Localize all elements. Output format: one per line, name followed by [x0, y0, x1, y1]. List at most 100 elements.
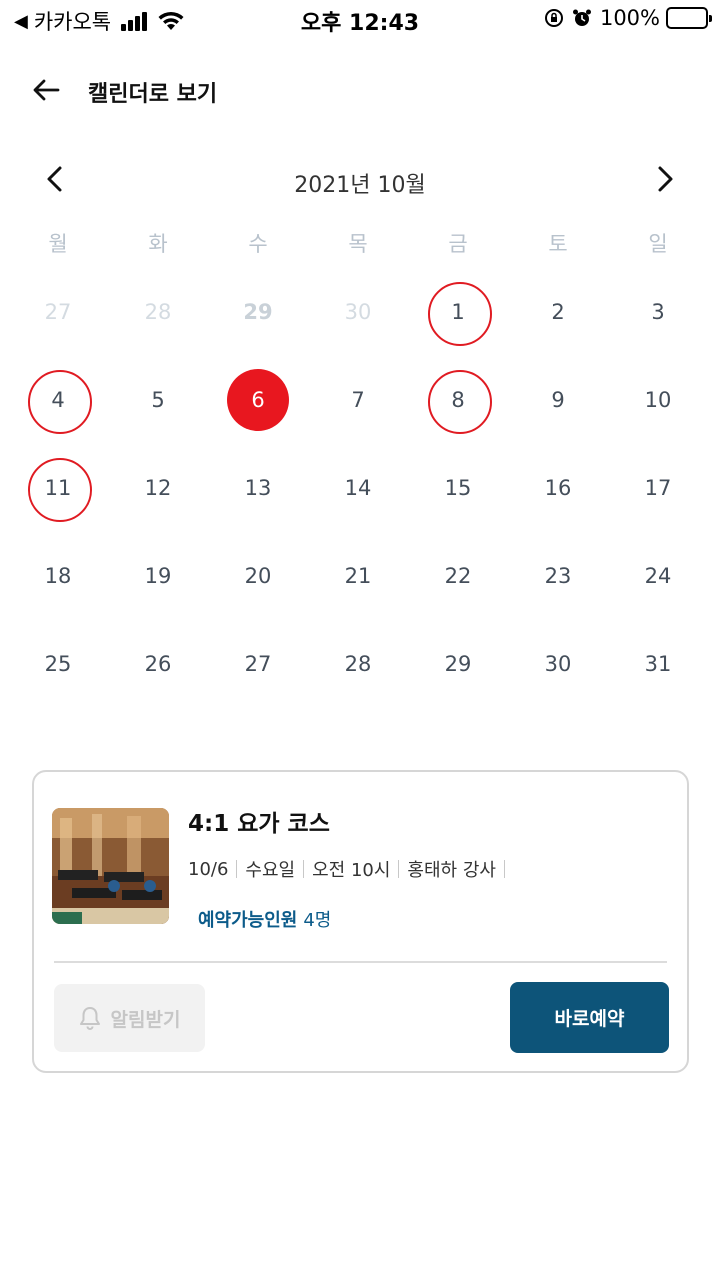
- app-header: 캘린더로 보기: [0, 60, 720, 120]
- calendar-day-number: 4: [51, 388, 65, 412]
- calendar-day-number: 30: [544, 652, 572, 676]
- class-thumbnail-image: [52, 808, 169, 924]
- class-date: 10/6: [188, 858, 229, 880]
- calendar-day-available[interactable]: 8: [408, 356, 508, 444]
- calendar-day-available[interactable]: 4: [8, 356, 108, 444]
- calendar-day[interactable]: 17: [608, 444, 708, 532]
- calendar-day[interactable]: 7: [308, 356, 408, 444]
- status-bar: ◀ 카카오톡 오후 12:43 100% ⚡: [0, 0, 720, 40]
- calendar-grid: 27 28 29 30 1 2 3 4 5 6 7 8 9 10 11 12 13 14 15 16 17 18 19 20 2…: [8, 268, 708, 708]
- weekday-label: 금: [448, 232, 468, 256]
- notify-button[interactable]: 알림받기: [54, 984, 205, 1052]
- back-arrow-icon[interactable]: [30, 74, 62, 106]
- notify-label: 알림받기: [110, 1008, 181, 1031]
- calendar-day-available[interactable]: 11: [8, 444, 108, 532]
- weekday-label: 월: [48, 232, 68, 256]
- calendar-day-number: 17: [644, 476, 672, 500]
- calendar-day[interactable]: 20: [208, 532, 308, 620]
- calendar-day[interactable]: 13: [208, 444, 308, 532]
- calendar-day[interactable]: 3: [608, 268, 708, 356]
- calendar-day[interactable]: 10: [608, 356, 708, 444]
- calendar-day[interactable]: 22: [408, 532, 508, 620]
- available-seats: 예약가능인원 4명: [198, 906, 331, 932]
- calendar-day-number: 16: [544, 476, 572, 500]
- calendar-day-other-month[interactable]: 27: [8, 268, 108, 356]
- page-title: 캘린더로 보기: [88, 82, 218, 107]
- calendar-day-other-month[interactable]: 28: [108, 268, 208, 356]
- calendar-day-number: 6: [251, 388, 265, 412]
- calendar-day-number: 5: [151, 388, 165, 412]
- calendar-day-number: 28: [144, 300, 172, 324]
- meta-divider: [398, 860, 400, 878]
- weekday-header: 월 화 수 목 금 토 일: [8, 228, 708, 258]
- calendar-day-available[interactable]: 1: [408, 268, 508, 356]
- calendar-day-number: 24: [644, 564, 672, 588]
- calendar-day[interactable]: 21: [308, 532, 408, 620]
- card-divider: [54, 961, 667, 963]
- weekday-label: 토: [548, 232, 568, 256]
- course-title: 4:1 요가 코스: [188, 811, 330, 837]
- calendar-day[interactable]: 27: [208, 620, 308, 708]
- calendar-day-number: 28: [344, 652, 372, 676]
- calendar-day-number: 26: [144, 652, 172, 676]
- calendar-day-number: 2: [551, 300, 565, 324]
- meta-divider: [236, 860, 238, 878]
- calendar-day[interactable]: 19: [108, 532, 208, 620]
- calendar-day-number: 12: [144, 476, 172, 500]
- alarm-icon: [572, 8, 592, 28]
- calendar-day-other-month[interactable]: 30: [308, 268, 408, 356]
- available-count: 4명: [303, 910, 332, 931]
- status-right: 100% ⚡: [544, 6, 712, 30]
- calendar-day-number: 1: [451, 300, 465, 324]
- calendar-day[interactable]: 12: [108, 444, 208, 532]
- class-card[interactable]: 4:1 요가 코스 10/6 수요일 오전 10시 홍태하 강사 예약가능인원 4…: [32, 770, 689, 1073]
- book-now-button[interactable]: 바로예약: [510, 982, 669, 1053]
- calendar-day-number: 15: [444, 476, 472, 500]
- calendar-day-number: 29: [243, 300, 273, 324]
- calendar-day-number: 8: [451, 388, 465, 412]
- calendar-day-number: 27: [44, 300, 72, 324]
- battery-icon: ⚡: [666, 7, 712, 29]
- calendar-week-row: 4 5 6 7 8 9 10: [8, 356, 708, 444]
- calendar-day-other-month[interactable]: 29: [208, 268, 308, 356]
- month-label: 2021년 10월: [294, 173, 426, 198]
- calendar-nav: 2021년 10월: [0, 155, 720, 205]
- calendar-day-number: 27: [244, 652, 272, 676]
- class-time: 오전 10시: [312, 860, 391, 881]
- class-meta: 10/6 수요일 오전 10시 홍태하 강사: [188, 856, 513, 882]
- calendar-week-row: 25 26 27 28 29 30 31: [8, 620, 708, 708]
- calendar-day[interactable]: 26: [108, 620, 208, 708]
- calendar-day[interactable]: 9: [508, 356, 608, 444]
- weekday-label: 화: [148, 232, 168, 256]
- calendar-day[interactable]: 15: [408, 444, 508, 532]
- calendar-day[interactable]: 30: [508, 620, 608, 708]
- calendar-day[interactable]: 28: [308, 620, 408, 708]
- bell-icon: [79, 1006, 101, 1030]
- calendar-day-number: 3: [651, 300, 665, 324]
- calendar-day[interactable]: 5: [108, 356, 208, 444]
- calendar-day[interactable]: 24: [608, 532, 708, 620]
- calendar-day-selected[interactable]: 6: [208, 356, 308, 444]
- calendar-day[interactable]: 2: [508, 268, 608, 356]
- calendar-day[interactable]: 25: [8, 620, 108, 708]
- calendar-week-row: 11 12 13 14 15 16 17: [8, 444, 708, 532]
- meta-divider: [303, 860, 305, 878]
- rotation-lock-icon: [544, 8, 564, 28]
- calendar-day[interactable]: 14: [308, 444, 408, 532]
- calendar-day-number: 21: [344, 564, 372, 588]
- calendar-day-number: 30: [344, 300, 372, 324]
- calendar-day[interactable]: 16: [508, 444, 608, 532]
- calendar-day[interactable]: 23: [508, 532, 608, 620]
- calendar-day-number: 22: [444, 564, 472, 588]
- calendar-week-row: 27 28 29 30 1 2 3: [8, 268, 708, 356]
- calendar-day-number: 9: [551, 388, 565, 412]
- next-month-chevron-icon[interactable]: [648, 163, 680, 195]
- calendar-day[interactable]: 31: [608, 620, 708, 708]
- calendar-day-number: 13: [244, 476, 272, 500]
- calendar-day-number: 23: [544, 564, 572, 588]
- weekday-label: 수: [248, 232, 268, 256]
- meta-divider: [503, 860, 505, 878]
- calendar-week-row: 18 19 20 21 22 23 24: [8, 532, 708, 620]
- calendar-day[interactable]: 18: [8, 532, 108, 620]
- calendar-day[interactable]: 29: [408, 620, 508, 708]
